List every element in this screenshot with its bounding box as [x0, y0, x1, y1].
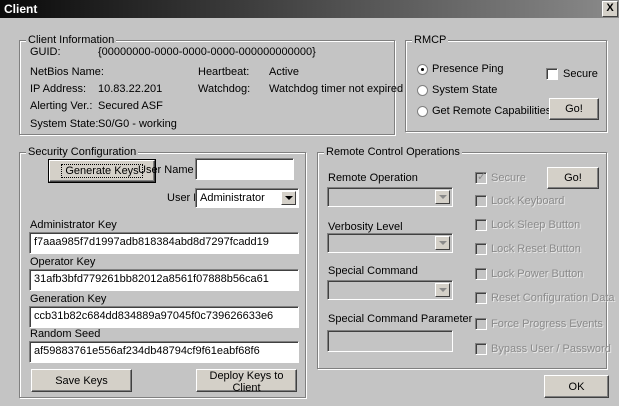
client-information-legend: Client Information	[26, 34, 117, 46]
rmcp-legend: RMCP	[412, 34, 449, 46]
remote-secure-label: Secure	[491, 172, 526, 184]
watchdog-value: Watchdog timer not expired	[269, 83, 404, 95]
lock-keyboard-label: Lock Keyboard	[491, 195, 565, 207]
verbosity-level-select[interactable]	[327, 233, 453, 253]
ip-address-value: 10.83.22.201	[98, 83, 163, 95]
user-name-label: User Name	[138, 164, 194, 176]
user-name-input[interactable]	[195, 158, 294, 180]
generation-key-input[interactable]: ccb31b82c684dd834889a97045f0c739626633e6	[29, 306, 299, 328]
chevron-down-icon[interactable]	[281, 191, 296, 205]
window-title: Client	[4, 2, 38, 16]
title-bar: Client X	[0, 0, 619, 18]
close-icon[interactable]: X	[602, 1, 618, 17]
guid-value: {00000000-0000-0000-0000-000000000000}	[98, 46, 316, 58]
force-progress-checkbox[interactable]	[475, 318, 487, 330]
system-state-radio[interactable]	[417, 85, 428, 96]
operator-key-label: Operator Key	[30, 256, 96, 268]
system-state-radio-label[interactable]: System State	[432, 84, 497, 96]
heartbeat-label: Heartbeat:	[198, 66, 250, 78]
rmcp-secure-label[interactable]: Secure	[563, 68, 598, 80]
watchdog-label: Watchdog:	[198, 83, 251, 95]
presence-ping-radio[interactable]	[417, 64, 428, 75]
lock-reset-label: Lock Reset Button	[491, 243, 581, 255]
generate-keys-label: Generate Keys	[61, 164, 143, 178]
random-seed-input[interactable]: af59883761e556af234db48794cf9f61eabf68f6	[29, 341, 299, 363]
reset-config-label: Reset Configuration Data	[491, 292, 615, 304]
ok-button[interactable]: OK	[544, 375, 609, 398]
lock-sleep-checkbox[interactable]	[475, 219, 487, 231]
ip-address-label: IP Address:	[30, 83, 87, 95]
get-capabilities-radio[interactable]	[417, 106, 428, 117]
random-seed-label: Random Seed	[30, 328, 101, 340]
system-state-value: S0/G0 - working	[98, 118, 177, 130]
force-progress-label: Force Progress Events	[491, 318, 603, 330]
special-command-parameter-input[interactable]	[327, 330, 453, 352]
administrator-key-input[interactable]: f7aaa985f7d1997adb818384abd8d7297fcadd19	[29, 232, 299, 254]
user-role-select[interactable]: Administrator	[195, 188, 299, 208]
administrator-key-label: Administrator Key	[30, 219, 117, 231]
netbios-label: NetBios Name:	[30, 66, 104, 78]
lock-reset-checkbox[interactable]	[475, 243, 487, 255]
deploy-keys-button[interactable]: Deploy Keys to Client	[196, 369, 297, 394]
remote-secure-checkbox[interactable]: ✓	[475, 171, 487, 184]
save-keys-button[interactable]: Save Keys	[31, 369, 132, 392]
remote-control-legend: Remote Control Operations	[324, 146, 462, 158]
verbosity-level-label: Verbosity Level	[328, 221, 403, 233]
reset-config-checkbox[interactable]	[475, 292, 487, 304]
lock-keyboard-checkbox[interactable]	[475, 195, 487, 207]
lock-power-label: Lock Power Button	[491, 268, 584, 280]
security-configuration-legend: Security Configuration	[26, 146, 139, 158]
chevron-down-icon[interactable]	[435, 283, 450, 297]
rmcp-go-button[interactable]: Go!	[549, 98, 599, 120]
special-command-select[interactable]	[327, 280, 453, 300]
get-capabilities-label[interactable]: Get Remote Capabilities	[432, 105, 551, 117]
bypass-user-label: Bypass User / Password	[491, 343, 611, 355]
rmcp-secure-checkbox[interactable]	[546, 68, 558, 80]
generation-key-label: Generation Key	[30, 293, 107, 305]
presence-ping-label[interactable]: Presence Ping	[432, 63, 504, 75]
heartbeat-value: Active	[269, 66, 299, 78]
guid-label: GUID:	[30, 46, 61, 58]
remote-operation-label: Remote Operation	[328, 172, 418, 184]
lock-power-checkbox[interactable]	[475, 268, 487, 280]
check-icon: ✓	[477, 171, 487, 183]
system-state-label: System State:	[30, 118, 99, 130]
operator-key-input[interactable]: 31afb3bfd779261bb82012a8561f07888b56ca61	[29, 269, 299, 291]
alerting-version-label: Alerting Ver.:	[30, 100, 93, 112]
alerting-version-value: Secured ASF	[98, 100, 163, 112]
chevron-down-icon[interactable]	[435, 190, 450, 204]
special-command-label: Special Command	[328, 265, 418, 277]
user-role-value: Administrator	[200, 192, 265, 204]
chevron-down-icon[interactable]	[435, 236, 450, 250]
remote-go-button[interactable]: Go!	[547, 167, 599, 189]
remote-operation-select[interactable]	[327, 187, 453, 207]
special-command-parameter-label: Special Command Parameter	[328, 313, 473, 325]
lock-sleep-label: Lock Sleep Button	[491, 219, 581, 231]
bypass-user-checkbox[interactable]	[475, 343, 487, 355]
